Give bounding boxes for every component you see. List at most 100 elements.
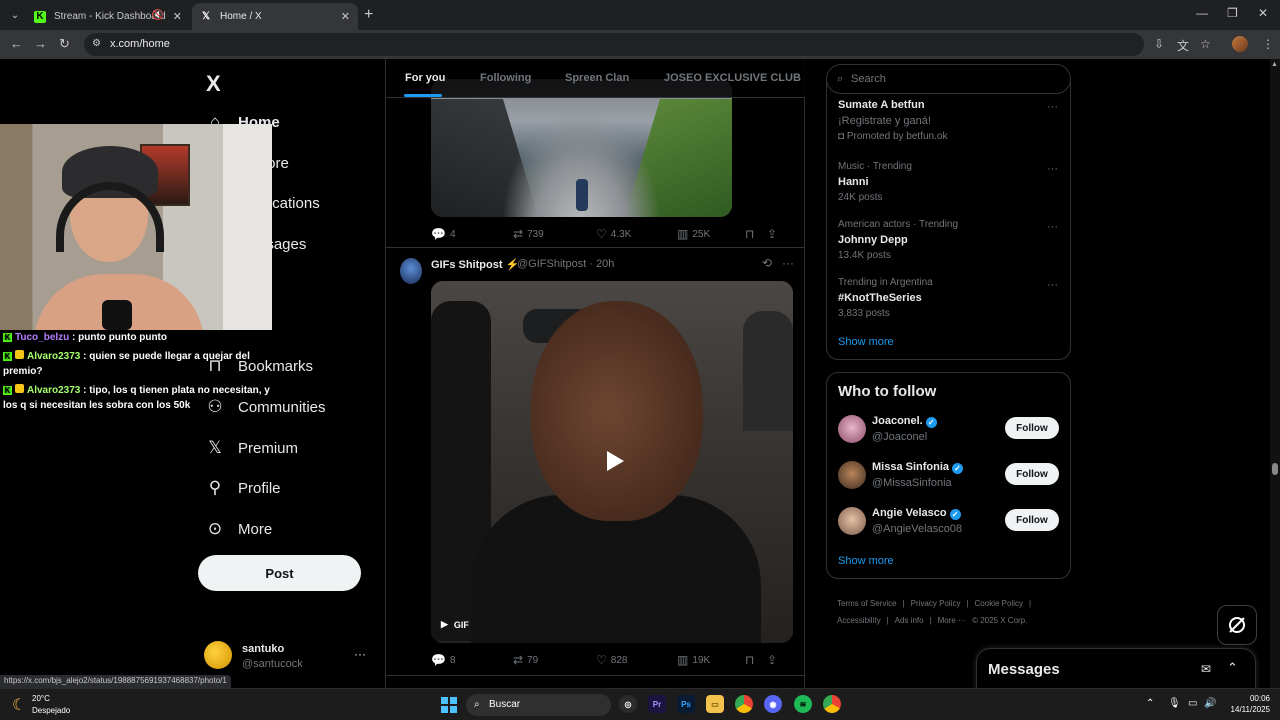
- search-input[interactable]: ⌕ Search: [826, 64, 1071, 94]
- follow-suggestion[interactable]: Missa Sinfonia ✓ @MissaSinfonia Follow: [838, 459, 1062, 493]
- tab-spreen-clan[interactable]: Spreen Clan: [565, 72, 629, 84]
- chrome-active-app-icon[interactable]: [823, 695, 841, 713]
- follow-button[interactable]: Follow: [1005, 417, 1059, 439]
- site-info-icon[interactable]: ⚙: [92, 38, 104, 50]
- scroll-up-arrow-icon[interactable]: ▲: [1271, 61, 1278, 68]
- chrome-app-icon[interactable]: [735, 695, 753, 713]
- install-app-icon[interactable]: ⇩: [1154, 37, 1164, 51]
- footer-more-link[interactable]: More ···: [938, 616, 966, 625]
- page-scrollbar[interactable]: ▲: [1270, 59, 1280, 688]
- like-button[interactable]: ♡ 4.3K: [596, 227, 631, 241]
- premiere-app-icon[interactable]: Pr: [648, 695, 666, 713]
- post-button[interactable]: Post: [198, 555, 361, 591]
- show-more-trends-link[interactable]: Show more: [838, 336, 894, 348]
- restore-icon[interactable]: ❐: [1227, 6, 1238, 20]
- close-tab-icon[interactable]: ✕: [341, 10, 350, 23]
- obs-app-icon[interactable]: ◎: [619, 695, 637, 713]
- start-button-icon[interactable]: [441, 697, 457, 713]
- post-author-name[interactable]: GIFs Shitpost ⚡: [431, 258, 519, 271]
- tab-joseo-exclusive-club[interactable]: JOSEO EXCLUSIVE CLUB: [664, 72, 801, 84]
- bookmark-post-button[interactable]: ⊓: [745, 227, 758, 241]
- more-dots-icon[interactable]: ···: [782, 256, 794, 270]
- tab-home-x[interactable]: 𝕏 Home / X ✕: [192, 3, 358, 30]
- nav-item-more[interactable]: ⊙ More: [198, 511, 272, 547]
- grok-icon[interactable]: ⟲: [762, 256, 772, 270]
- browser-menu-icon[interactable]: ⋮: [1262, 37, 1274, 51]
- like-button[interactable]: ♡ 828: [596, 653, 627, 667]
- close-tab-icon[interactable]: ✕: [173, 10, 182, 23]
- show-more-follow-link[interactable]: Show more: [838, 555, 894, 567]
- follow-button[interactable]: Follow: [1005, 509, 1059, 531]
- share-button[interactable]: ⇪: [767, 227, 781, 241]
- network-icon[interactable]: ▭: [1188, 698, 1197, 709]
- nav-item-profile[interactable]: ⚲ Profile: [198, 470, 281, 506]
- more-dots-icon[interactable]: ···: [1047, 279, 1058, 291]
- spotify-app-icon[interactable]: ≋: [794, 695, 812, 713]
- footer-link[interactable]: Accessibility: [837, 616, 881, 625]
- avatar[interactable]: [838, 415, 866, 443]
- microphone-icon[interactable]: 🎙: [1168, 698, 1181, 709]
- translate-icon[interactable]: 文: [1177, 37, 1189, 54]
- post-gif[interactable]: ▶ GIF: [431, 281, 793, 643]
- back-icon[interactable]: ←: [10, 36, 23, 51]
- more-dots-icon[interactable]: ···: [1047, 221, 1058, 233]
- repost-button[interactable]: ⇄ 739: [513, 227, 544, 241]
- file-explorer-icon[interactable]: ▭: [706, 695, 724, 713]
- trend-item[interactable]: Sumate A betfun ¡Registrate y ganá! ◘ Pr…: [838, 99, 1062, 142]
- follow-suggestion[interactable]: Joaconel. ✓ @Joaconel Follow: [838, 413, 1062, 447]
- post-author-handle[interactable]: @GIFShitpost · 20h: [517, 258, 614, 270]
- trend-item[interactable]: Music · Trending Hanni 24K posts ···: [838, 161, 1062, 203]
- grok-button[interactable]: [1217, 605, 1257, 645]
- follow-suggestion[interactable]: Angie Velasco ✓ @AngieVelasco08 Follow: [838, 505, 1062, 539]
- system-clock[interactable]: 00:06 14/11/2025: [1222, 693, 1270, 715]
- tray-chevron-icon[interactable]: ⌃: [1146, 698, 1154, 709]
- url-text[interactable]: x.com/home: [110, 38, 170, 50]
- footer-link[interactable]: Terms of Service: [837, 599, 897, 608]
- footer-link[interactable]: Ads info: [895, 616, 924, 625]
- trend-item[interactable]: American actors · Trending Johnny Depp 1…: [838, 219, 1062, 261]
- reply-button[interactable]: 💬 8: [431, 653, 456, 667]
- bookmark-post-button[interactable]: ⊓: [745, 653, 758, 667]
- share-button[interactable]: ⇪: [767, 653, 781, 667]
- avatar[interactable]: [838, 461, 866, 489]
- follow-button[interactable]: Follow: [1005, 463, 1059, 485]
- nav-item-premium[interactable]: 𝕏 Premium: [198, 430, 298, 466]
- messages-drawer[interactable]: Messages ✉ ⌃: [976, 648, 1256, 688]
- avatar[interactable]: [838, 507, 866, 535]
- close-window-icon[interactable]: ✕: [1258, 6, 1268, 20]
- tab-for-you[interactable]: For you: [405, 72, 445, 84]
- photoshop-app-icon[interactable]: Ps: [677, 695, 695, 713]
- more-dots-icon[interactable]: ···: [1047, 163, 1058, 175]
- trend-item[interactable]: Trending in Argentina #KnotTheSeries 3,8…: [838, 277, 1062, 319]
- minimize-icon[interactable]: —: [1196, 6, 1208, 20]
- new-tab-button[interactable]: +: [364, 6, 373, 24]
- account-switcher[interactable]: santuko @santucock ···: [204, 637, 374, 677]
- footer-link[interactable]: Privacy Policy: [911, 599, 961, 608]
- omnibox[interactable]: ⚙ x.com/home: [84, 33, 1144, 56]
- tab-following[interactable]: Following: [480, 72, 531, 84]
- post-image[interactable]: [431, 79, 732, 217]
- reload-icon[interactable]: ↻: [59, 36, 70, 52]
- new-message-icon[interactable]: ✉: [1201, 662, 1211, 676]
- taskbar-search[interactable]: ⌕ Buscar: [466, 694, 611, 716]
- volume-icon[interactable]: 🔊: [1204, 698, 1216, 709]
- chevron-up-icon[interactable]: ⌃: [1227, 660, 1238, 676]
- tab-search-button[interactable]: ⌄: [6, 6, 24, 24]
- repost-button[interactable]: ⇄ 79: [513, 653, 538, 667]
- avatar[interactable]: [400, 258, 422, 284]
- forward-icon[interactable]: →: [34, 36, 47, 51]
- play-icon[interactable]: [602, 449, 626, 473]
- image-figure: [576, 179, 588, 211]
- discord-app-icon[interactable]: ◉: [764, 695, 782, 713]
- footer-link[interactable]: Cookie Policy: [975, 599, 1023, 608]
- tab-kick-dashboard[interactable]: K Stream - Kick Dashboard 🔇 ✕: [26, 3, 190, 30]
- muted-audio-icon[interactable]: 🔇: [152, 10, 164, 21]
- profile-avatar[interactable]: [1232, 36, 1248, 52]
- bookmark-star-icon[interactable]: ☆: [1200, 37, 1211, 51]
- x-logo-icon[interactable]: X: [206, 71, 221, 97]
- scrollbar-thumb[interactable]: [1272, 463, 1278, 475]
- reply-button[interactable]: 💬 4: [431, 227, 456, 241]
- more-dots-icon[interactable]: ···: [1047, 101, 1058, 113]
- views-button[interactable]: ▥ 19K: [677, 653, 710, 667]
- views-button[interactable]: ▥ 25K: [677, 227, 710, 241]
